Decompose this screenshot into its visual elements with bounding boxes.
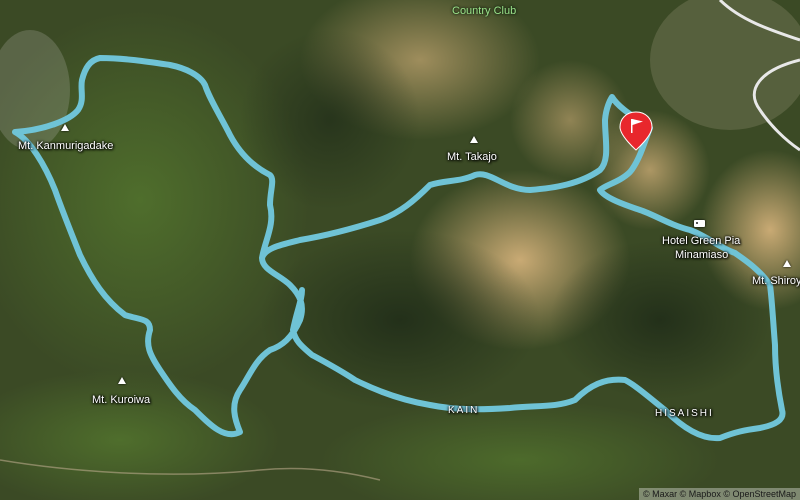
peak-label-kanmurigadake[interactable]: Mt. Kanmurigadake xyxy=(18,140,113,152)
place-label-country-club[interactable]: Country Club xyxy=(452,5,516,17)
area-label-hisaishi: HISAISHI xyxy=(655,408,714,419)
peak-label-takajo[interactable]: Mt. Takajo xyxy=(447,151,497,163)
peak-triangle-icon xyxy=(118,377,126,384)
place-label-hotel[interactable]: Hotel Green Pia xyxy=(662,235,740,247)
peak-label-shiroy[interactable]: Mt. Shiroy xyxy=(752,275,800,287)
place-label-hotel-line2[interactable]: Minamiaso xyxy=(675,249,728,261)
peak-triangle-icon xyxy=(61,124,69,131)
map-view[interactable]: Mt. Kanmurigadake Mt. Takajo Mt. Kuroiwa… xyxy=(0,0,800,500)
hotel-icon xyxy=(694,220,705,227)
area-label-kain: KAIN xyxy=(448,405,480,416)
peak-triangle-icon xyxy=(783,260,791,267)
peak-label-kuroiwa[interactable]: Mt. Kuroiwa xyxy=(92,394,150,406)
map-attribution[interactable]: © Maxar © Mapbox © OpenStreetMap xyxy=(639,488,800,500)
peak-triangle-icon xyxy=(470,136,478,143)
